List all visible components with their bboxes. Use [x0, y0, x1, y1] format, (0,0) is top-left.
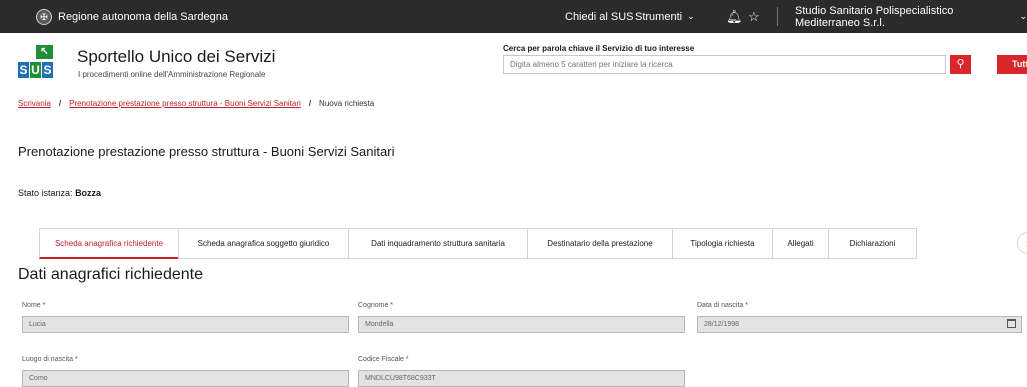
- status-line: Stato istanza: Bozza: [18, 188, 101, 198]
- tab-tipologia-richiesta[interactable]: Tipologia richiesta: [672, 228, 773, 259]
- tab-allegati[interactable]: Allegati: [772, 228, 829, 259]
- bell-icon[interactable]: 🔔︎: [726, 0, 743, 33]
- breadcrumb-current: Nuova richiesta: [319, 99, 375, 108]
- cognome-label: Cognome *: [358, 302, 394, 309]
- sus-logo[interactable]: ↖ S U S: [18, 45, 54, 79]
- logo-letter: U: [30, 62, 41, 78]
- all-services-button[interactable]: Tutti: [997, 55, 1027, 74]
- breadcrumb-home-link[interactable]: Scrivania: [18, 99, 51, 108]
- calendar-icon[interactable]: [1007, 319, 1016, 328]
- codice-fiscale-label: Codice Fiscale *: [358, 356, 409, 363]
- cognome-field[interactable]: Mondella: [358, 316, 685, 333]
- search-icon: ⚲: [956, 58, 965, 70]
- data-nascita-label: Data di nascita *: [697, 302, 748, 309]
- tab-destinatario-prestazione[interactable]: Destinatario della prestazione: [527, 228, 673, 259]
- tools-menu[interactable]: Strumenti ⌄: [635, 0, 695, 33]
- breadcrumb-separator: /: [308, 99, 312, 108]
- tabs-next-button[interactable]: ›: [1017, 232, 1027, 254]
- breadcrumb: Scrivania / Prenotazione prestazione pre…: [18, 99, 374, 108]
- site-title[interactable]: Sportello Unico dei Servizi: [77, 47, 275, 67]
- data-nascita-field[interactable]: 28/12/1998: [697, 316, 1022, 333]
- region-emblem-icon: ✠: [36, 8, 52, 25]
- region-name: Regione autonoma della Sardegna: [58, 10, 229, 23]
- search-button[interactable]: ⚲: [950, 55, 971, 74]
- breadcrumb-parent-link[interactable]: Prenotazione prestazione presso struttur…: [69, 99, 301, 108]
- breadcrumb-separator: /: [58, 99, 62, 108]
- luogo-nascita-field[interactable]: Como: [22, 370, 349, 387]
- tab-scheda-anagrafica-richiedente[interactable]: Scheda anagrafica richiedente: [39, 228, 179, 259]
- nome-field[interactable]: Lucia: [22, 316, 349, 333]
- topbar-divider: [777, 7, 778, 26]
- search-label: Cerca per parola chiave il Servizio di t…: [503, 44, 695, 53]
- help-label: Chiedi al SUS: [565, 10, 634, 23]
- chevron-down-icon: ⌄: [687, 11, 695, 21]
- section-title: Dati anagrafici richiedente: [18, 266, 203, 283]
- nome-label: Nome *: [22, 302, 46, 309]
- tab-dati-inquadramento-struttura[interactable]: Dati inquadramento struttura sanitaria: [348, 228, 528, 259]
- tools-label: Strumenti: [635, 10, 683, 23]
- logo-letter: S: [18, 62, 29, 78]
- tab-scheda-anagrafica-soggetto-giuridico[interactable]: Scheda anagrafica soggetto giuridico: [178, 228, 349, 259]
- codice-fiscale-field[interactable]: MNDLCU98T68C933T: [358, 370, 685, 387]
- luogo-nascita-label: Luogo di nascita *: [22, 356, 78, 363]
- organization-menu[interactable]: Studio Sanitario Polispecialistico Medit…: [795, 0, 1027, 33]
- status-label: Stato istanza:: [18, 188, 73, 198]
- region-link[interactable]: ✠ Regione autonoma della Sardegna: [36, 0, 228, 33]
- page-title: Prenotazione prestazione presso struttur…: [18, 144, 395, 159]
- logo-letters: S U S: [18, 62, 53, 78]
- organization-label: Studio Sanitario Polispecialistico Medit…: [795, 4, 954, 29]
- status-value: Bozza: [75, 188, 102, 198]
- top-bar: ✠ Regione autonoma della Sardegna Chiedi…: [0, 0, 1027, 33]
- tab-bar: Scheda anagrafica richiedente Scheda ana…: [39, 228, 917, 259]
- site-subtitle: I procedimenti online dell'Amministrazio…: [78, 70, 266, 79]
- chevron-down-icon: ⌄: [1019, 11, 1027, 21]
- logo-letter: S: [42, 62, 53, 78]
- data-nascita-value: 28/12/1998: [704, 321, 740, 328]
- logo-arrow-icon: ↖: [36, 45, 53, 59]
- search-input[interactable]: [503, 55, 946, 74]
- tab-dichiarazioni[interactable]: Dichiarazioni: [828, 228, 917, 259]
- help-link[interactable]: Chiedi al SUS: [565, 0, 633, 33]
- star-icon[interactable]: ☆: [748, 0, 760, 33]
